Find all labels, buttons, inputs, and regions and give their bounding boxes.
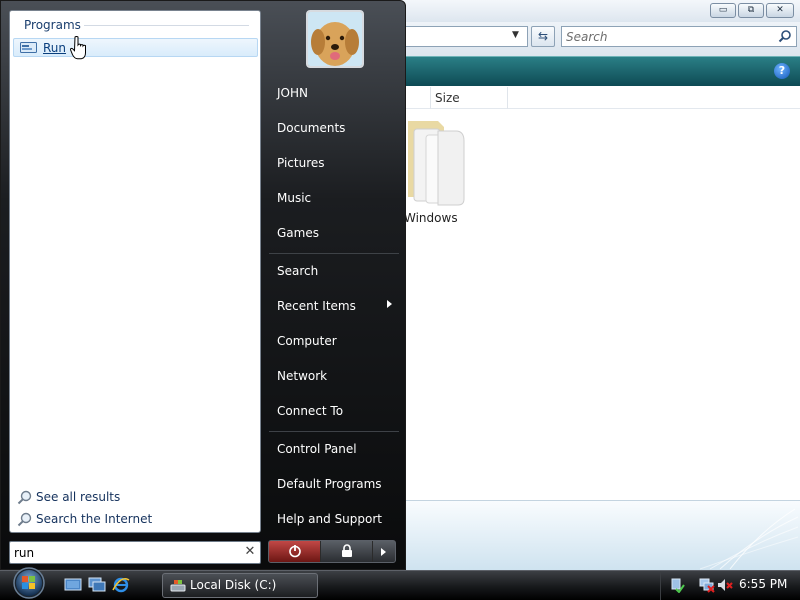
- power-controls: [268, 540, 396, 563]
- search-internet-label: Search the Internet: [36, 512, 153, 526]
- run-label[interactable]: Run: [43, 41, 66, 55]
- windows-orb-icon[interactable]: [6, 565, 52, 600]
- user-picture[interactable]: [306, 10, 364, 68]
- arrow-right-icon: [381, 548, 386, 556]
- music-item[interactable]: Music: [277, 191, 311, 205]
- network-item[interactable]: Network: [277, 369, 327, 383]
- column-header-size[interactable]: Size: [430, 87, 508, 109]
- search-icon[interactable]: [778, 29, 792, 43]
- connect-to-item[interactable]: Connect To: [277, 404, 343, 418]
- folder-icon[interactable]: [400, 113, 470, 208]
- address-dropdown-icon[interactable]: ▼: [512, 30, 519, 40]
- volume-muted-icon[interactable]: [717, 577, 733, 593]
- control-panel-item[interactable]: Control Panel: [277, 442, 357, 456]
- close-button[interactable]: ✕: [766, 3, 794, 18]
- programs-header: Programs: [24, 18, 81, 32]
- taskbar-button-local-disk[interactable]: Local Disk (C:): [162, 573, 318, 598]
- computer-item[interactable]: Computer: [277, 334, 337, 348]
- dog-avatar-icon: [308, 12, 362, 66]
- lock-icon: [342, 544, 352, 557]
- pictures-item[interactable]: Pictures: [277, 156, 325, 170]
- lock-button[interactable]: [321, 541, 373, 562]
- clear-search-icon[interactable]: ✕: [243, 544, 257, 560]
- hand-cursor-icon: [70, 36, 86, 60]
- search-input[interactable]: [566, 29, 766, 44]
- start-search-field[interactable]: ✕: [9, 541, 261, 564]
- refresh-icon[interactable]: ⇆: [531, 26, 555, 47]
- safely-remove-icon[interactable]: [669, 577, 685, 593]
- search-results-pane: Programs Run See all results Search the …: [9, 10, 261, 533]
- submenu-arrow-icon: [387, 300, 392, 308]
- help-support-item[interactable]: Help and Support: [277, 512, 382, 526]
- folder-label[interactable]: Windows: [404, 211, 458, 225]
- programs-divider: [84, 25, 249, 26]
- see-all-results-label: See all results: [36, 490, 121, 504]
- power-icon: [289, 545, 301, 558]
- default-programs-item[interactable]: Default Programs: [277, 477, 382, 491]
- run-result-item[interactable]: Run: [13, 38, 258, 57]
- recent-items-item[interactable]: Recent Items: [277, 299, 356, 313]
- start-menu: Programs Run See all results Search the …: [0, 0, 406, 570]
- internet-explorer-icon[interactable]: [112, 577, 130, 593]
- start-search-input[interactable]: [14, 545, 234, 561]
- help-icon[interactable]: ?: [774, 63, 790, 79]
- maximize-button[interactable]: ⧉: [738, 3, 764, 18]
- command-bar: [400, 56, 800, 86]
- magnifier-icon: [17, 512, 32, 527]
- clock[interactable]: 6:55 PM: [739, 577, 787, 591]
- menu-separator: [269, 253, 399, 254]
- minimize-button[interactable]: ▭: [710, 3, 736, 18]
- user-folder-item[interactable]: JOHN: [277, 86, 308, 100]
- search-box[interactable]: [561, 26, 797, 47]
- show-desktop-icon[interactable]: [64, 577, 82, 593]
- games-item[interactable]: Games: [277, 226, 319, 240]
- search-item[interactable]: Search: [277, 264, 318, 278]
- run-icon: [20, 42, 37, 53]
- shutdown-options-button[interactable]: [373, 541, 395, 562]
- network-icon[interactable]: [699, 577, 715, 593]
- power-button[interactable]: [269, 541, 321, 562]
- menu-separator: [269, 431, 399, 432]
- drive-icon: [170, 580, 186, 592]
- magnifier-icon: [17, 490, 32, 505]
- address-bar[interactable]: [400, 26, 528, 47]
- taskbar-button-label: Local Disk (C:): [190, 578, 277, 592]
- details-pane-swoosh: [699, 508, 799, 570]
- details-pane: [400, 500, 800, 570]
- documents-item[interactable]: Documents: [277, 121, 345, 135]
- switch-windows-icon[interactable]: [88, 577, 106, 593]
